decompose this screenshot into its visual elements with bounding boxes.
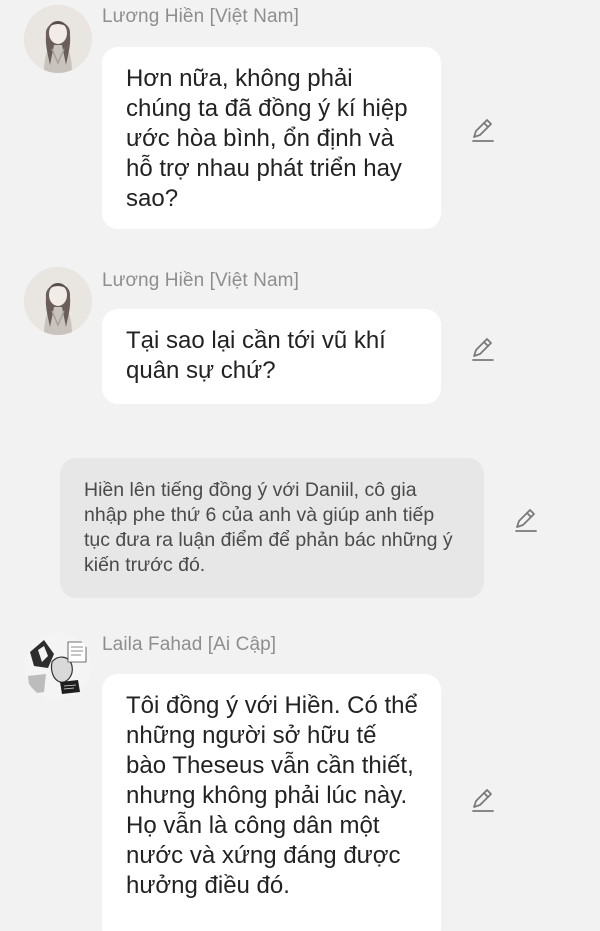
narration-bubble: Hiền lên tiếng đồng ý với Daniil, cô gia… bbox=[60, 458, 484, 598]
pencil-edit-icon[interactable] bbox=[470, 787, 496, 813]
sender-avatar[interactable] bbox=[24, 632, 92, 700]
message-bubble: Tại sao lại cần tới vũ khí quân sự chứ? bbox=[102, 309, 441, 404]
sender-name: Laila Fahad [Ai Cập] bbox=[102, 634, 277, 655]
avatar-manga-icon bbox=[24, 632, 92, 700]
pencil-edit-icon[interactable] bbox=[470, 117, 496, 143]
message-bubble: Hơn nữa, không phải chúng ta đã đồng ý k… bbox=[102, 47, 441, 229]
pencil-edit-icon[interactable] bbox=[470, 336, 496, 362]
avatar-illustration-icon bbox=[24, 5, 92, 73]
chat-log: Lương Hiền [Việt Nam] Hơn nữa, không phả… bbox=[0, 0, 600, 931]
sender-name: Lương Hiền [Việt Nam] bbox=[102, 270, 299, 291]
message-text: Hơn nữa, không phải chúng ta đã đồng ý k… bbox=[126, 65, 408, 212]
pencil-edit-icon[interactable] bbox=[513, 507, 539, 533]
sender-avatar[interactable] bbox=[24, 267, 92, 335]
message-text: Tôi đồng ý với Hiền. Có thể những người … bbox=[126, 692, 418, 899]
message-bubble: Tôi đồng ý với Hiền. Có thể những người … bbox=[102, 674, 441, 931]
narration-text: Hiền lên tiếng đồng ý với Daniil, cô gia… bbox=[84, 479, 453, 576]
avatar-illustration-icon bbox=[24, 267, 92, 335]
message-text: Tại sao lại cần tới vũ khí quân sự chứ? bbox=[126, 327, 386, 384]
sender-name: Lương Hiền [Việt Nam] bbox=[102, 6, 299, 27]
sender-avatar[interactable] bbox=[24, 5, 92, 73]
